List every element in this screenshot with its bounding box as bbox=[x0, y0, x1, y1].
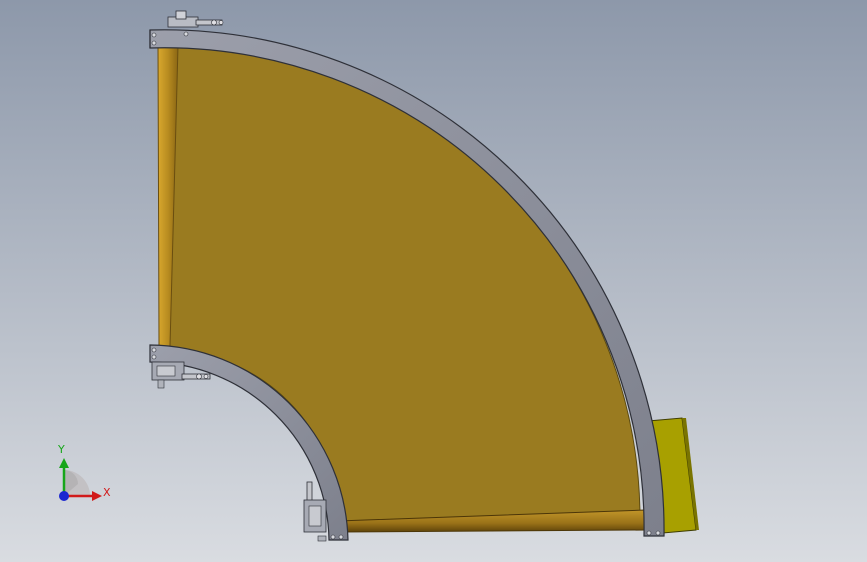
triad-z-axis bbox=[59, 491, 69, 501]
triad-x-label: X bbox=[103, 486, 111, 499]
model-canvas[interactable] bbox=[0, 0, 867, 562]
3d-viewport[interactable]: Y X bbox=[0, 0, 867, 562]
triad-y-label: Y bbox=[58, 443, 65, 456]
